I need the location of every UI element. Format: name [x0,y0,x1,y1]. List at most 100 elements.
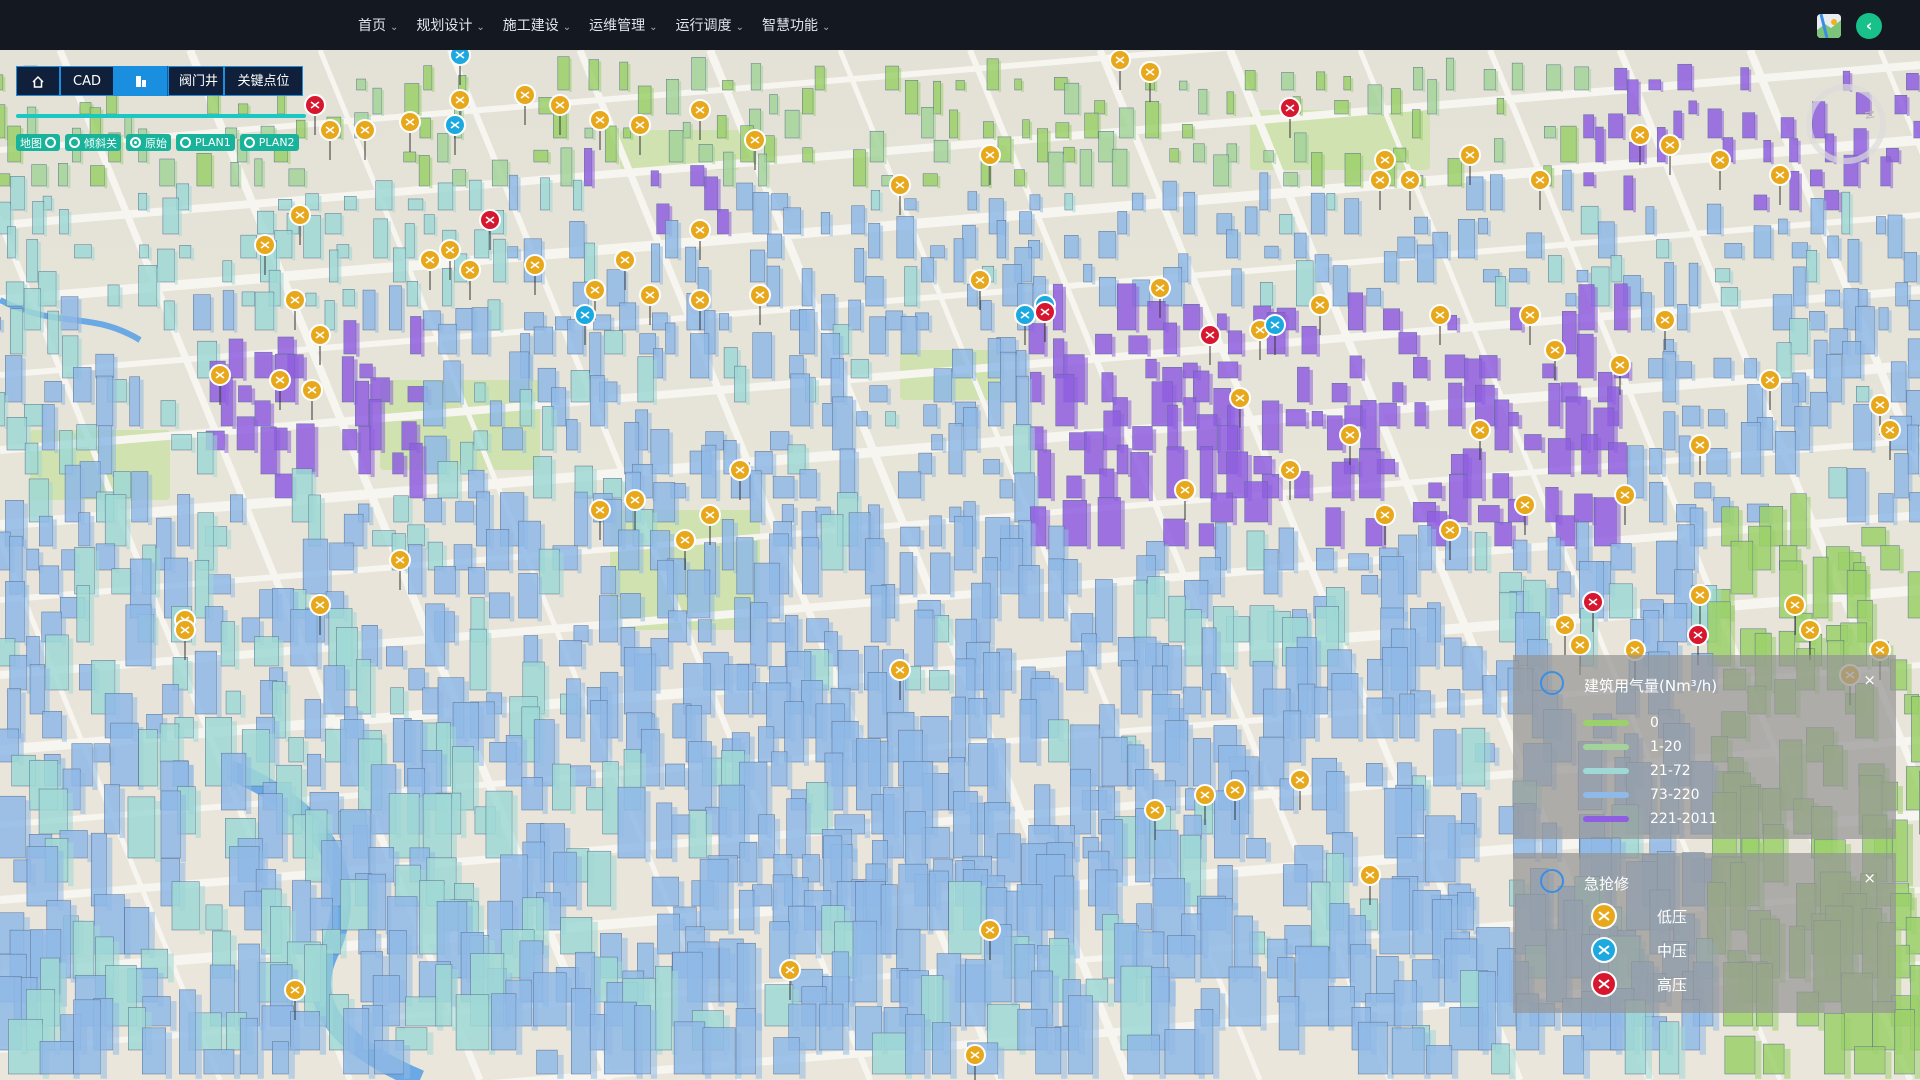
building[interactable] [933,368,956,405]
building[interactable] [850,359,873,381]
building[interactable] [90,165,108,189]
building[interactable] [260,426,281,478]
building[interactable] [502,427,527,453]
building[interactable] [953,791,983,863]
building[interactable] [1316,547,1338,574]
building[interactable] [870,190,883,213]
building[interactable] [1663,603,1692,646]
building[interactable] [870,585,891,646]
building[interactable] [1399,693,1420,742]
building[interactable] [1880,545,1904,574]
building[interactable] [719,313,733,333]
building[interactable] [1649,481,1668,526]
building[interactable] [929,515,946,550]
building[interactable] [1707,108,1725,141]
building[interactable] [1311,152,1325,189]
building[interactable] [162,197,182,237]
building[interactable] [302,538,332,598]
building[interactable] [344,196,360,213]
building[interactable] [799,469,821,502]
building[interactable] [392,452,408,478]
building[interactable] [171,881,206,935]
building[interactable] [1331,382,1351,405]
building[interactable] [142,1027,173,1079]
building[interactable] [1343,76,1354,92]
building[interactable] [425,603,450,670]
building[interactable] [566,678,586,742]
building[interactable] [290,609,322,670]
building[interactable] [1887,214,1906,261]
building[interactable] [734,365,750,405]
building[interactable] [698,144,716,165]
building[interactable] [650,170,662,189]
building[interactable] [802,147,816,165]
building[interactable] [1228,330,1246,357]
building[interactable] [1162,180,1180,213]
building[interactable] [1474,532,1492,574]
building[interactable] [159,158,178,189]
building[interactable] [257,210,277,237]
building[interactable] [869,316,889,357]
building[interactable] [1182,124,1196,141]
building[interactable] [750,63,764,92]
building[interactable] [783,207,804,237]
building[interactable] [39,565,64,598]
building[interactable] [1111,148,1130,189]
building[interactable] [1494,138,1506,165]
building[interactable] [752,332,776,381]
building[interactable] [205,904,228,935]
building[interactable] [1583,114,1597,141]
building[interactable] [230,162,242,189]
building[interactable] [469,628,492,694]
building[interactable] [1413,67,1426,92]
building[interactable] [1426,1045,1459,1079]
building[interactable] [1511,62,1525,92]
building[interactable] [1117,283,1140,333]
building[interactable] [78,512,95,550]
building[interactable] [766,265,784,309]
building[interactable] [1253,456,1276,478]
building[interactable] [1301,326,1321,357]
building[interactable] [196,153,215,189]
building[interactable] [1217,361,1242,381]
building[interactable] [799,308,818,357]
building[interactable] [619,302,640,333]
building[interactable] [967,191,980,213]
building[interactable] [1546,64,1563,92]
building[interactable] [1014,78,1024,92]
building[interactable] [1019,211,1035,237]
building[interactable] [1490,174,1506,213]
building[interactable] [1645,206,1658,237]
building[interactable] [1560,125,1580,165]
building[interactable] [899,552,918,598]
building[interactable] [1326,193,1338,213]
building[interactable] [853,149,869,189]
building[interactable] [1261,400,1283,453]
building[interactable] [820,212,833,237]
building[interactable] [1706,203,1724,237]
building[interactable] [238,385,256,405]
building[interactable] [41,404,59,453]
building[interactable] [1211,673,1231,718]
building[interactable] [1753,194,1770,213]
building[interactable] [1344,153,1364,189]
building[interactable] [566,419,582,453]
building[interactable] [1334,100,1351,116]
building[interactable] [1325,507,1345,550]
building[interactable] [423,380,447,429]
building[interactable] [73,999,107,1079]
building[interactable] [1030,371,1045,405]
building[interactable] [1398,332,1421,357]
building[interactable] [373,218,391,261]
building[interactable] [29,664,50,718]
building[interactable] [493,238,509,285]
building[interactable] [1414,216,1431,237]
building[interactable] [1658,1021,1686,1079]
building[interactable] [74,244,95,261]
building[interactable] [1466,176,1487,213]
building[interactable] [557,56,572,92]
building[interactable] [1688,100,1700,116]
building[interactable] [1824,189,1842,213]
building[interactable] [518,573,543,622]
building[interactable] [986,58,1001,92]
